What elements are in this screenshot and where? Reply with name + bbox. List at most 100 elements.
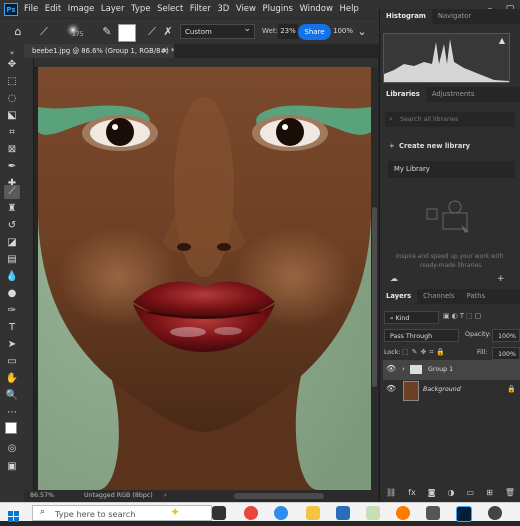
document-tab[interactable]: beebe1.jpg @ 86.6% (Group 1, RGB/8#) * × [24, 44, 174, 58]
menu-select[interactable]: Select [157, 4, 183, 14]
app-icon[interactable] [366, 506, 380, 520]
tab-paths[interactable]: Paths [461, 289, 491, 304]
marquee-tool-icon[interactable]: ⬚ [4, 75, 20, 89]
layer-style-icon[interactable]: fx [408, 488, 416, 497]
status-expand-icon[interactable]: › [164, 492, 167, 499]
history-brush-tool-icon[interactable]: ↺ [4, 219, 20, 233]
more-tools-icon[interactable]: ⋯ [4, 406, 20, 420]
tab-navigator[interactable]: Navigator [432, 9, 477, 24]
app-icon[interactable] [426, 506, 440, 520]
layer-filter-icons[interactable]: ▣◐T⬚▢ [443, 312, 483, 320]
lock-icons[interactable]: ⬚✎✥⌗🔒 [402, 348, 448, 357]
flow-zoom-input[interactable]: 100% [333, 24, 353, 39]
menu-image[interactable]: Image [68, 4, 95, 14]
app-icon[interactable] [488, 506, 502, 520]
fill-input[interactable]: 100% [492, 347, 520, 360]
tab-libraries[interactable]: Libraries [380, 87, 426, 102]
dodge-tool-icon[interactable]: ● [4, 287, 20, 301]
add-library-icon[interactable]: + [497, 274, 505, 284]
load-brush-icon[interactable]: ⟋ [146, 24, 158, 40]
clean-brush-icon[interactable]: ✗ [162, 24, 174, 40]
move-tool-icon[interactable]: ✥ [4, 58, 20, 72]
menu-filter[interactable]: Filter [190, 4, 211, 14]
expand-group-icon[interactable]: › [402, 365, 405, 373]
edge-icon[interactable] [274, 506, 288, 520]
clone-stamp-tool-icon[interactable]: ♜ [4, 202, 20, 216]
visibility-eye-icon[interactable]: 👁 [386, 364, 396, 373]
vertical-scrollbar[interactable] [371, 67, 378, 490]
delete-layer-icon[interactable]: 🗑 [505, 488, 515, 497]
close-tab-icon[interactable]: × [162, 44, 168, 58]
menu-view[interactable]: View [236, 4, 256, 14]
chrome-icon[interactable] [244, 506, 258, 520]
gradient-tool-icon[interactable]: ▤ [4, 253, 20, 267]
frame-tool-icon[interactable]: ⊠ [4, 143, 20, 157]
zoom-tool-icon[interactable]: 🔍 [4, 389, 20, 403]
type-tool-icon[interactable]: T [4, 321, 20, 335]
new-layer-icon[interactable]: ⊞ [486, 488, 493, 497]
mixer-brush-tool-icon[interactable]: ⟋ [4, 185, 20, 199]
eyedropper-tool-icon[interactable]: ✒ [4, 160, 20, 174]
eraser-tool-icon[interactable]: ◪ [4, 236, 20, 250]
opacity-input[interactable]: 100% [492, 329, 520, 342]
warning-icon[interactable]: ▲ [499, 36, 505, 45]
horizontal-scrollbar[interactable] [234, 493, 324, 499]
document-canvas[interactable] [38, 67, 371, 490]
menu-3d[interactable]: 3D [217, 4, 229, 14]
current-brush-load-swatch[interactable] [118, 24, 136, 42]
layer-row[interactable]: 👁 Background 🔒 [383, 380, 520, 401]
search-highlight-icon[interactable]: ✦ [170, 505, 180, 519]
crop-tool-icon[interactable]: ⌗ [4, 126, 20, 140]
link-layers-icon[interactable]: ⛓ [386, 488, 396, 497]
menu-plugins[interactable]: Plugins [262, 4, 292, 14]
plus-icon[interactable]: + [389, 142, 395, 150]
tab-histogram[interactable]: Histogram [380, 9, 432, 24]
wet-input[interactable]: 23% [278, 24, 298, 39]
taskbar-search-input[interactable]: Type here to search [32, 505, 212, 521]
tab-channels[interactable]: Channels [417, 289, 460, 304]
zoom-level[interactable]: 86.57% [30, 492, 54, 499]
vlc-icon[interactable] [396, 506, 410, 520]
menu-window[interactable]: Window [299, 4, 333, 14]
path-selection-tool-icon[interactable]: ➤ [4, 338, 20, 352]
menu-file[interactable]: File [24, 4, 38, 14]
add-mask-icon[interactable]: ◙ [428, 488, 436, 497]
file-explorer-icon[interactable] [306, 506, 320, 520]
my-library-item[interactable]: My Library [388, 161, 515, 178]
blur-tool-icon[interactable]: 💧 [4, 270, 20, 284]
menu-type[interactable]: Type [131, 4, 151, 14]
object-selection-tool-icon[interactable]: ⬕ [4, 109, 20, 123]
store-icon[interactable] [336, 506, 350, 520]
windows-start-icon[interactable] [8, 507, 19, 522]
rectangle-tool-icon[interactable]: ▭ [4, 355, 20, 369]
menu-edit[interactable]: Edit [45, 4, 61, 14]
brush-settings-icon[interactable]: ✎ [100, 24, 114, 40]
blend-preset-select[interactable]: Custom [180, 22, 255, 39]
quick-mask-icon[interactable]: ◎ [4, 442, 20, 456]
visibility-eye-icon[interactable]: 👁 [386, 384, 396, 393]
tab-layers[interactable]: Layers [380, 289, 418, 304]
pen-tool-icon[interactable]: ✑ [4, 304, 20, 318]
lasso-tool-icon[interactable]: ◌ [4, 92, 20, 106]
mixer-brush-tool-icon[interactable]: ⟋ [36, 24, 52, 40]
menu-help[interactable]: Help [339, 4, 358, 14]
share-button[interactable]: Share [298, 24, 331, 40]
tab-adjustments[interactable]: Adjustments [426, 87, 481, 102]
screen-mode-icon[interactable]: ▣ [4, 460, 20, 474]
blend-mode-select[interactable]: Pass Through [384, 329, 459, 342]
layer-row[interactable]: 👁 › Group 1 [383, 360, 520, 380]
new-group-icon[interactable]: ▭ [467, 488, 475, 497]
cloud-icon[interactable]: ☁ [390, 274, 398, 283]
create-library-button[interactable]: Create new library [399, 142, 470, 150]
scroll-thumb[interactable] [372, 207, 377, 387]
layer-filter-kind[interactable]: ⌕ Kind [384, 311, 439, 324]
hand-tool-icon[interactable]: ✋ [4, 372, 20, 386]
home-icon[interactable]: ⌂ [10, 24, 26, 40]
dropdown-chevron-icon[interactable]: ⌄ [356, 24, 368, 40]
menu-layer[interactable]: Layer [101, 4, 125, 14]
foreground-color-swatch[interactable] [5, 422, 17, 434]
adjustment-layer-icon[interactable]: ◑ [448, 488, 455, 497]
library-search-input[interactable]: Search all libraries [385, 112, 515, 127]
task-view-icon[interactable] [212, 506, 226, 520]
photoshop-logo-icon[interactable]: Ps [4, 2, 18, 16]
